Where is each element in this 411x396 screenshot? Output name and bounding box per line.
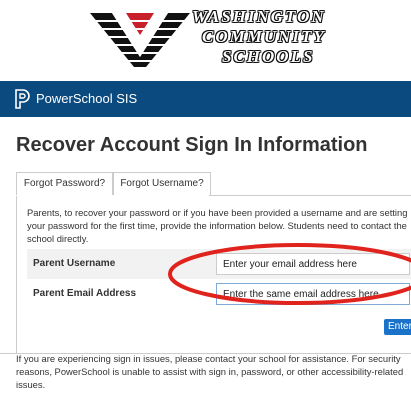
- parent-username-input[interactable]: [216, 253, 410, 275]
- district-logo-wordmark: WASHINGTON COMMUNITY SCHOOLS: [192, 7, 326, 67]
- parent-username-row: Parent Username: [27, 249, 411, 279]
- page-title: Recover Account Sign In Information: [16, 134, 368, 156]
- app-header-bar: PowerSchool SIS: [0, 81, 411, 117]
- logo-line: SCHOOLS: [222, 47, 315, 66]
- powerschool-p-icon: [15, 89, 30, 109]
- tab-forgot-password[interactable]: Forgot Password?: [16, 172, 113, 195]
- logo-line: WASHINGTON: [192, 7, 326, 26]
- app-title: PowerSchool SIS: [36, 91, 138, 106]
- parent-email-row: Parent Email Address: [27, 279, 411, 309]
- tab-divider: [209, 195, 411, 196]
- logo-line: COMMUNITY: [202, 27, 326, 46]
- enter-button[interactable]: Enter: [384, 319, 411, 335]
- parent-email-input[interactable]: [216, 283, 410, 305]
- district-logo-icon: [90, 13, 190, 67]
- parent-email-label: Parent Email Address: [33, 288, 137, 299]
- district-logo-area: WASHINGTON COMMUNITY SCHOOLS: [0, 0, 411, 81]
- form-instructions: Parents, to recover your password or if …: [27, 207, 408, 244]
- help-text: If you are experiencing sign in issues, …: [16, 353, 404, 390]
- tab-forgot-username[interactable]: Forgot Username?: [113, 172, 211, 195]
- panel-border: [16, 196, 17, 353]
- parent-username-label: Parent Username: [33, 258, 116, 269]
